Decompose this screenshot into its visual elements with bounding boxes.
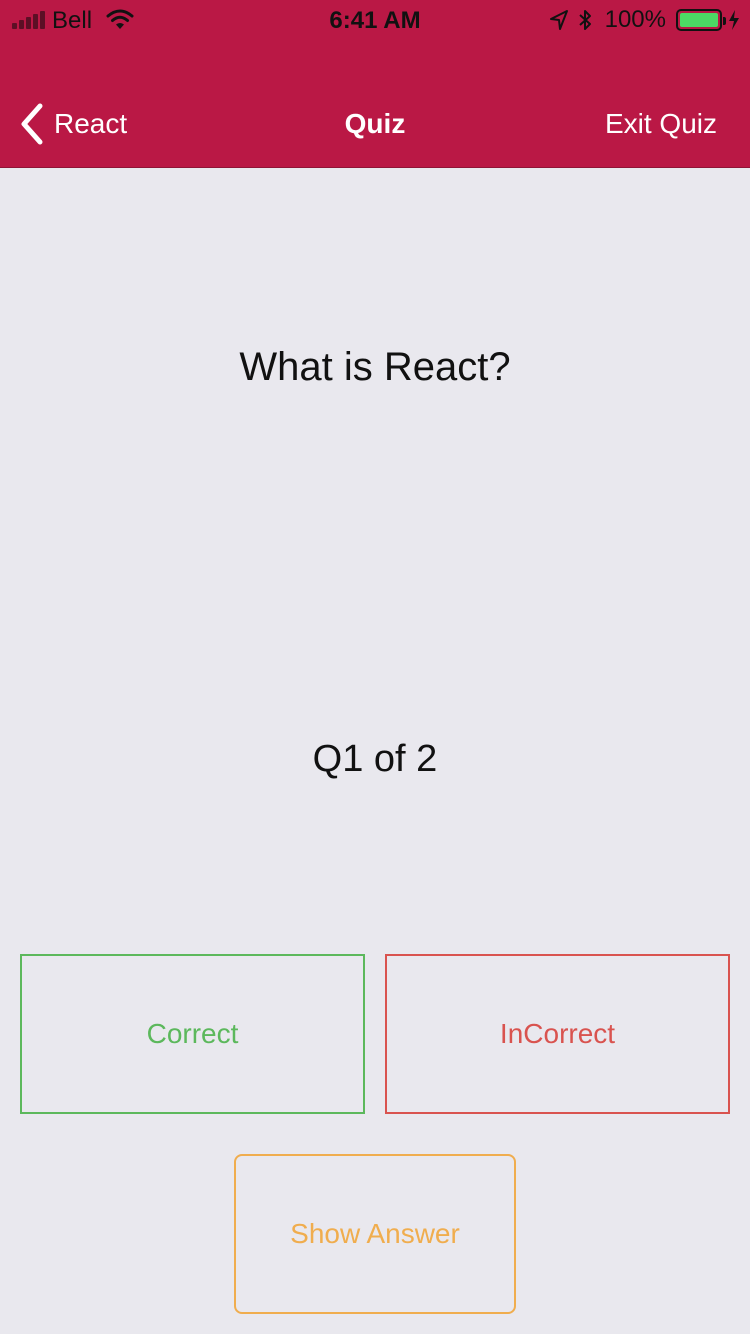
header: Bell 6:41 AM 100% React Quiz Exit Quiz: [0, 0, 750, 168]
show-answer-button[interactable]: Show Answer: [234, 1154, 516, 1314]
back-label: React: [54, 108, 128, 139]
battery-icon: [676, 9, 726, 31]
status-bar: Bell 6:41 AM 100%: [0, 0, 750, 40]
back-button[interactable]: React: [18, 102, 127, 146]
question-text: What is React?: [239, 345, 511, 389]
bluetooth-icon: [578, 10, 591, 30]
battery-percent: 100%: [604, 6, 666, 33]
location-icon: [549, 10, 568, 30]
battery-fill: [680, 13, 718, 27]
correct-button[interactable]: Correct: [20, 954, 365, 1114]
exit-quiz-button[interactable]: Exit Quiz: [605, 108, 717, 140]
question-progress: Q1 of 2: [312, 738, 438, 780]
navigation-bar: React Quiz Exit Quiz: [0, 80, 750, 168]
chevron-left-icon: [21, 103, 43, 145]
charging-icon: [729, 10, 739, 30]
status-right-group: 100%: [549, 6, 740, 34]
incorrect-button[interactable]: InCorrect: [385, 954, 730, 1114]
